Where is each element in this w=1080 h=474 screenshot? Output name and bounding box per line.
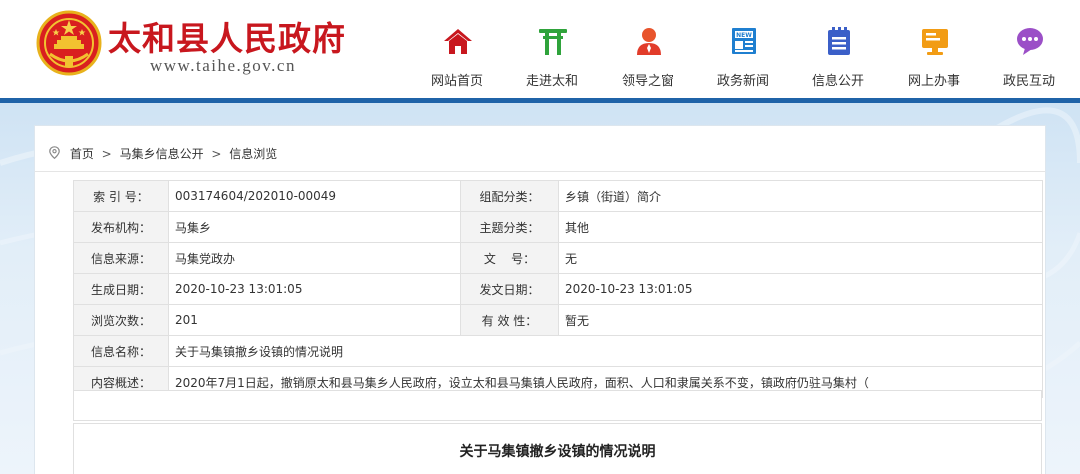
breadcrumb-divider: [35, 171, 1045, 172]
created-date-value: 2020-10-23 13:01:05: [168, 273, 461, 305]
spacer-box: [73, 390, 1042, 421]
table-row: 索 引 号： 003174604/202010-00049 组配分类： 乡镇（街…: [73, 180, 1043, 212]
table-row: 信息名称： 关于马集镇撤乡设镇的情况说明: [73, 335, 1043, 367]
table-row: 浏览次数： 201 有 效 性： 暂无: [73, 304, 1043, 336]
table-row: 发布机构： 马集乡 主题分类： 其他: [73, 211, 1043, 243]
nav-label-leaders: 领导之窗: [621, 74, 674, 89]
category-label: 组配分类：: [460, 180, 559, 212]
info-table: 索 引 号： 003174604/202010-00049 组配分类： 乡镇（街…: [73, 180, 1043, 398]
nav-label-online-service: 网上办事: [907, 74, 960, 89]
torii-gate-icon: [539, 29, 567, 55]
nav-item-leaders[interactable]: 领导之窗: [603, 22, 693, 94]
site-url[interactable]: www.taihe.gov.cn: [150, 56, 296, 76]
content-panel: 首页 > 马集乡信息公开 > 信息浏览 索 引 号： 003174604/202…: [34, 125, 1046, 474]
chat-icon: [1017, 28, 1043, 55]
article-container: 关于马集镇撤乡设镇的情况说明: [73, 423, 1042, 474]
topic-label: 主题分类：: [460, 211, 559, 243]
nav-label-home: 网站首页: [430, 74, 483, 89]
validity-label: 有 效 性：: [460, 304, 559, 336]
nav-item-news[interactable]: NEW 政务新闻: [698, 22, 788, 94]
created-date-label: 生成日期：: [73, 273, 169, 305]
nav-item-disclosure[interactable]: 信息公开: [793, 22, 883, 94]
category-value: 乡镇（街道）简介: [558, 180, 1043, 212]
breadcrumb-disclosure[interactable]: 马集乡信息公开: [120, 147, 204, 161]
breadcrumb-separator: >: [101, 146, 112, 161]
views-label: 浏览次数：: [73, 304, 169, 336]
breadcrumb-separator: >: [211, 146, 222, 161]
location-pin-icon: [49, 146, 60, 159]
site-title[interactable]: 太和县人民政府: [108, 12, 346, 60]
index-no-label: 索 引 号：: [73, 180, 169, 212]
nav-item-home[interactable]: 网站首页: [412, 22, 502, 94]
nav-item-interaction[interactable]: 政民互动: [984, 22, 1074, 94]
source-label: 信息来源：: [73, 242, 169, 274]
info-name-value: 关于马集镇撤乡设镇的情况说明: [168, 335, 1043, 367]
nav-item-online-service[interactable]: 网上办事: [889, 22, 979, 94]
publisher-label: 发布机构：: [73, 211, 169, 243]
document-icon: [828, 27, 850, 55]
views-value: 201: [168, 304, 461, 336]
nav-label-disclosure: 信息公开: [811, 74, 864, 89]
nav-label-interaction: 政民互动: [1002, 74, 1055, 89]
breadcrumb-home[interactable]: 首页: [70, 147, 94, 161]
person-icon: [637, 28, 661, 55]
table-row: 生成日期： 2020-10-23 13:01:05 发文日期： 2020-10-…: [73, 273, 1043, 305]
main-nav: 网站首页 走进太和 领导之窗 NEW 政务新闻 信息公开 网上办事 政民互动: [410, 0, 1080, 100]
site-header: 太和县人民政府 www.taihe.gov.cn 网站首页 走进太和 领导之窗 …: [0, 0, 1080, 100]
validity-value: 暂无: [558, 304, 1043, 336]
article-title: 关于马集镇撤乡设镇的情况说明: [459, 444, 656, 460]
source-value: 马集党政办: [168, 242, 461, 274]
doc-no-value: 无: [558, 242, 1043, 274]
nav-label-about: 走进太和: [525, 74, 578, 89]
monitor-icon: [922, 29, 948, 55]
doc-no-label: 文 号：: [460, 242, 559, 274]
news-icon: NEW: [732, 28, 756, 54]
issued-date-value: 2020-10-23 13:01:05: [558, 273, 1043, 305]
home-icon: [444, 29, 472, 54]
svg-text:NEW: NEW: [736, 32, 752, 39]
topic-value: 其他: [558, 211, 1043, 243]
nav-item-about[interactable]: 走进太和: [507, 22, 597, 94]
table-row: 信息来源： 马集党政办 文 号： 无: [73, 242, 1043, 274]
index-no-value: 003174604/202010-00049: [168, 180, 461, 212]
publisher-value: 马集乡: [168, 211, 461, 243]
breadcrumb: 首页 > 马集乡信息公开 > 信息浏览: [49, 145, 277, 161]
breadcrumb-current: 信息浏览: [229, 147, 278, 161]
info-name-label: 信息名称：: [73, 335, 169, 367]
nav-label-news: 政务新闻: [716, 74, 769, 89]
emblem-logo-icon[interactable]: [36, 10, 102, 76]
issued-date-label: 发文日期：: [460, 273, 559, 305]
